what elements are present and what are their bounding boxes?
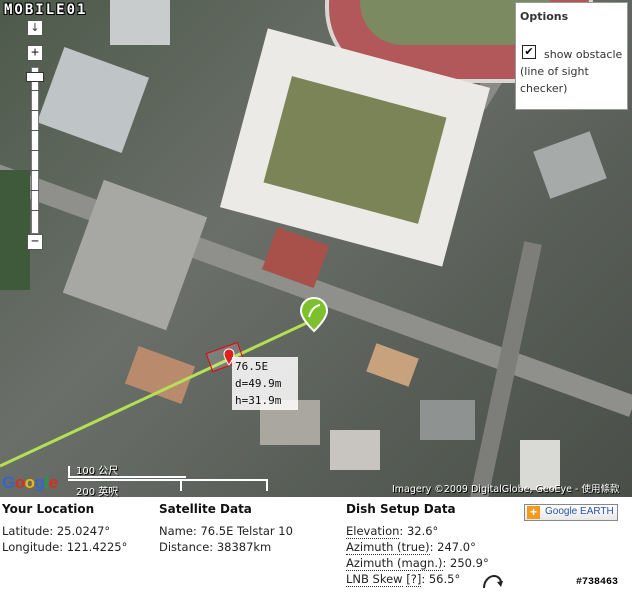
azimuth-true-row: Azimuth (true): 247.0° xyxy=(346,539,489,555)
plus-icon: + xyxy=(527,506,540,519)
scale-bar xyxy=(266,479,268,491)
elevation-link[interactable]: Elevation xyxy=(346,524,400,539)
google-logo[interactable]: Google xyxy=(2,473,58,493)
lnb-skew-link[interactable]: LNB Skew xyxy=(346,572,403,587)
elevation-row: Elevation: 32.6° xyxy=(346,523,489,539)
popup-distance: d=49.9m xyxy=(235,377,282,390)
obstacle-popup: 76.5E d=49.9m h=31.9m xyxy=(232,357,298,410)
location-title: Your Location xyxy=(2,502,95,516)
pan-down-button[interactable]: ↓ xyxy=(27,20,43,36)
zoom-tick xyxy=(29,110,39,111)
popup-satellite: 76.5E xyxy=(235,360,269,373)
scale-imperial: 200 英呎 xyxy=(76,487,119,497)
scale-bar xyxy=(68,476,186,478)
longitude: Longitude: 121.4225° xyxy=(2,540,128,554)
satellite-name: Name: 76.5E Telstar 10 xyxy=(159,524,293,538)
scale-metric: 100 公尺 xyxy=(76,466,119,477)
zoom-tick xyxy=(29,150,39,151)
google-logo-letter: G xyxy=(2,473,15,492)
google-earth-button[interactable]: + Google EARTH xyxy=(524,504,618,521)
azimuth-true-link[interactable]: Azimuth (true) xyxy=(346,540,430,555)
zoom-tick xyxy=(29,90,39,91)
azimuth-magn-row: Azimuth (magn.): 250.9° xyxy=(346,555,489,571)
options-panel: Options show obstacle (line of sight che… xyxy=(515,2,628,110)
google-logo-letter: o xyxy=(14,473,25,492)
location-pin-icon[interactable] xyxy=(300,297,328,333)
info-panel: Your Location Latitude: 25.0247° Longitu… xyxy=(0,497,632,593)
dish-title: Dish Setup Data xyxy=(346,502,456,516)
zoom-tick xyxy=(29,130,39,131)
mobile01-logo: MOBILE01 xyxy=(4,2,88,18)
google-logo-letter: e xyxy=(48,473,58,492)
options-title: Options xyxy=(520,10,569,23)
satellite-map[interactable]: 76.5E d=49.9m h=31.9m MOBILE01 ↓ + − Opt… xyxy=(0,0,632,497)
popup-height: h=31.9m xyxy=(235,394,282,407)
imagery-copyright[interactable]: Imagery ©2009 DigitalGlobe, GeoEye - 使用條… xyxy=(392,481,620,495)
lnb-help-link[interactable]: [?] xyxy=(406,572,422,587)
zoom-out-button[interactable]: − xyxy=(27,234,43,250)
satellite-section: Satellite Data Name: 76.5E Telstar 10 Di… xyxy=(159,502,293,555)
lnb-skew-value: : 56.5° xyxy=(421,572,461,586)
rotate-arrow-icon[interactable] xyxy=(481,574,503,590)
elevation-value: : 32.6° xyxy=(399,524,439,538)
scale-bar xyxy=(180,479,182,491)
image-id: #738463 xyxy=(576,577,619,588)
azimuth-magn-value: : 250.9° xyxy=(442,556,489,570)
show-obstacle-checkbox[interactable]: ✔ xyxy=(522,45,536,59)
zoom-in-button[interactable]: + xyxy=(27,45,43,61)
google-logo-letter: g xyxy=(34,473,45,492)
scale-bar xyxy=(68,479,268,481)
google-earth-label: Google EARTH xyxy=(545,506,614,517)
google-logo-letter: o xyxy=(24,473,35,492)
dish-section: Dish Setup Data Elevation: 32.6° Azimuth… xyxy=(346,502,489,587)
zoom-tick xyxy=(29,170,39,171)
location-section: Your Location Latitude: 25.0247° Longitu… xyxy=(2,502,127,555)
satellite-title: Satellite Data xyxy=(159,502,252,516)
lnb-skew-row: LNB Skew [?]: 56.5° xyxy=(346,571,489,587)
zoom-tick xyxy=(29,190,39,191)
zoom-slider-thumb[interactable] xyxy=(26,72,44,82)
zoom-tick xyxy=(29,210,39,211)
azimuth-true-value: : 247.0° xyxy=(429,540,476,554)
satellite-distance: Distance: 38387km xyxy=(159,540,272,554)
azimuth-magn-link[interactable]: Azimuth (magn.) xyxy=(346,556,443,571)
latitude: Latitude: 25.0247° xyxy=(2,524,111,538)
